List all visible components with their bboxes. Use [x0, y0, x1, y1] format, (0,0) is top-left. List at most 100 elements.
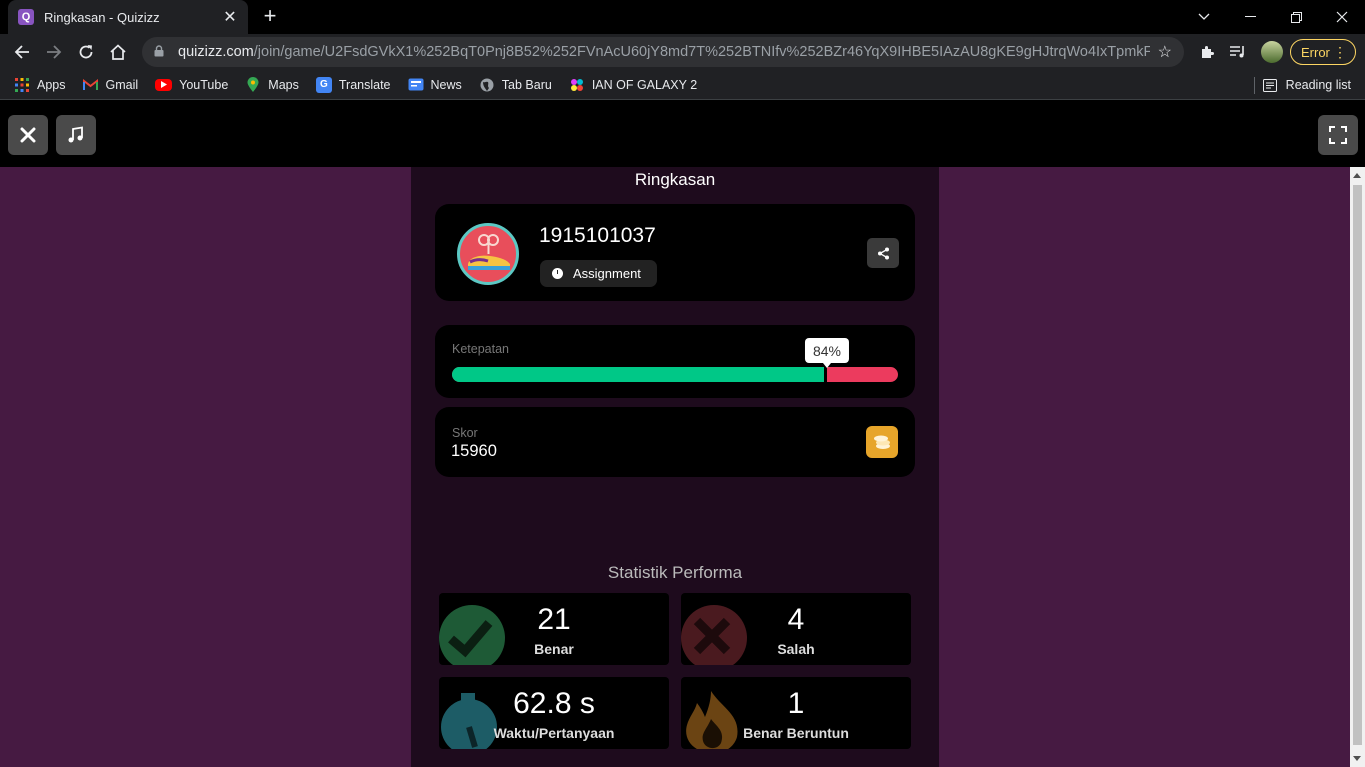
coins-stack-icon	[874, 435, 890, 449]
page-title: Ringkasan	[634, 170, 716, 189]
tab-search-chevron-icon[interactable]	[1181, 0, 1227, 34]
score-value: 15960	[451, 442, 497, 460]
mode-badge: Assignment	[540, 260, 657, 287]
scroll-up-arrow-icon[interactable]	[1353, 173, 1361, 178]
bookmark-gmail[interactable]: Gmail	[83, 77, 139, 93]
streak-label: Benar Beruntun	[743, 725, 849, 741]
stat-time-per-question: 62.8 s Waktu/Pertanyaan	[439, 677, 669, 749]
player-card: 1915101037 Assignment	[435, 204, 915, 301]
news-icon	[408, 77, 424, 93]
tab-title: Ringkasan - Quizizz	[44, 9, 160, 25]
time-per-question-value: 62.8 s	[513, 687, 595, 720]
bookmark-label: Translate	[338, 77, 391, 92]
maps-pin-icon	[245, 76, 261, 93]
page-scrollbar[interactable]	[1350, 167, 1365, 767]
summary-panel: Ringkasan 1915101037 Assignment Ketepata…	[411, 167, 939, 767]
bookmark-label: News	[430, 77, 462, 92]
bookmark-label: Gmail	[105, 77, 139, 92]
bookmark-label: YouTube	[179, 77, 229, 92]
window-controls	[1181, 0, 1365, 34]
window-close-icon[interactable]	[1319, 0, 1365, 34]
media-control-icon[interactable]	[1226, 40, 1250, 64]
error-chip-button[interactable]: Error ⋮	[1290, 39, 1356, 65]
profile-avatar[interactable]	[1261, 41, 1283, 63]
time-per-question-label: Waktu/Pertanyaan	[493, 725, 615, 741]
address-bar[interactable]: quizizz.com/join/game/U2FsdGVkX1%252BqT0…	[142, 37, 1184, 67]
bookmarks-divider	[1254, 77, 1255, 94]
apps-grid-icon	[14, 77, 30, 93]
share-icon	[877, 247, 889, 259]
mode-label: Assignment	[573, 266, 641, 281]
tab-strip: Q Ringkasan - Quizizz ✕ +	[0, 0, 1365, 34]
fullscreen-button[interactable]	[1318, 115, 1358, 155]
new-tab-plus-icon[interactable]: +	[258, 4, 282, 28]
scrollbar-thumb[interactable]	[1353, 185, 1362, 745]
close-quiz-button[interactable]	[8, 115, 48, 155]
scroll-down-arrow-icon[interactable]	[1353, 756, 1361, 761]
bookmark-maps[interactable]: Maps	[245, 76, 299, 93]
stat-correct: 21 Benar	[439, 593, 669, 665]
clock-icon	[552, 268, 563, 279]
reading-list-icon	[1262, 78, 1277, 92]
bookmark-translate[interactable]: G Translate	[315, 76, 391, 93]
lock-icon	[154, 44, 168, 60]
wrong-count: 4	[787, 603, 805, 636]
score-label: Skor	[452, 426, 478, 440]
reading-list-button[interactable]: Reading list	[1262, 70, 1351, 100]
reading-list-label: Reading list	[1285, 78, 1351, 92]
shoe-wind-up-icon	[468, 234, 510, 270]
youtube-icon	[155, 78, 173, 91]
url-path: /join/game/U2FsdGVkX1%252BqT0Pnj8B52%252…	[253, 44, 1150, 60]
accuracy-bar-track	[452, 367, 898, 382]
bookmark-youtube[interactable]: YouTube	[155, 78, 228, 92]
bookmark-apps[interactable]: Apps	[14, 77, 66, 93]
fullscreen-icon	[1329, 126, 1347, 144]
url-text: quizizz.com/join/game/U2FsdGVkX1%252BqT0…	[178, 44, 1150, 60]
music-toggle-button[interactable]	[56, 115, 96, 155]
bookmarks-bar: Apps Gmail YouTube Maps G Translate News…	[0, 70, 1365, 100]
tab-close-icon[interactable]: ✕	[222, 7, 238, 27]
stat-streak: 1 Benar Beruntun	[681, 677, 911, 749]
bookmark-news[interactable]: News	[408, 77, 462, 93]
coins-button[interactable]	[866, 426, 898, 458]
gmail-icon	[83, 77, 99, 93]
globe-icon	[479, 77, 495, 93]
bookmark-tab-baru[interactable]: Tab Baru	[479, 77, 552, 93]
score-card: Skor 15960	[435, 407, 915, 477]
bookmark-label: Maps	[268, 77, 299, 92]
accuracy-card: Ketepatan 84%	[435, 325, 915, 398]
bookmark-star-icon[interactable]: ☆	[1158, 42, 1172, 62]
bookmark-label: Tab Baru	[501, 77, 552, 92]
music-note-icon	[68, 126, 83, 143]
wrong-label: Salah	[777, 641, 815, 657]
forward-arrow-icon[interactable]	[40, 38, 68, 66]
performance-stats-title: Statistik Performa	[607, 563, 743, 582]
extensions-puzzle-icon[interactable]	[1195, 40, 1219, 64]
restore-icon[interactable]	[1273, 0, 1319, 34]
browser-tab[interactable]: Q Ringkasan - Quizizz ✕	[8, 0, 248, 34]
bookmark-ian-of-galaxy[interactable]: IAN OF GALAXY 2	[569, 77, 697, 93]
translate-icon: G	[315, 76, 332, 93]
quiz-top-bar	[0, 102, 1365, 167]
bookmark-label: IAN OF GALAXY 2	[591, 77, 698, 92]
close-icon	[20, 127, 36, 143]
streak-value: 1	[787, 687, 805, 720]
reload-icon[interactable]	[72, 38, 100, 66]
quizizz-favicon-icon: Q	[18, 9, 34, 25]
accuracy-bar-correct	[452, 367, 827, 382]
back-arrow-icon[interactable]	[8, 38, 36, 66]
bookmark-label: Apps	[37, 77, 66, 92]
minimize-icon[interactable]	[1227, 0, 1273, 34]
browser-toolbar: quizizz.com/join/game/U2FsdGVkX1%252BqT0…	[0, 34, 1365, 70]
galaxy-icon	[569, 77, 585, 93]
kebab-menu-icon: ⋮	[1333, 44, 1347, 60]
share-button[interactable]	[867, 238, 899, 268]
avatar	[457, 223, 519, 285]
accuracy-percent-tooltip: 84%	[804, 338, 850, 368]
url-host: quizizz.com	[178, 44, 254, 60]
stat-wrong: 4 Salah	[681, 593, 911, 665]
home-icon[interactable]	[104, 38, 132, 66]
correct-count: 21	[537, 603, 571, 636]
correct-label: Benar	[534, 641, 574, 657]
accuracy-label: Ketepatan	[452, 342, 509, 356]
